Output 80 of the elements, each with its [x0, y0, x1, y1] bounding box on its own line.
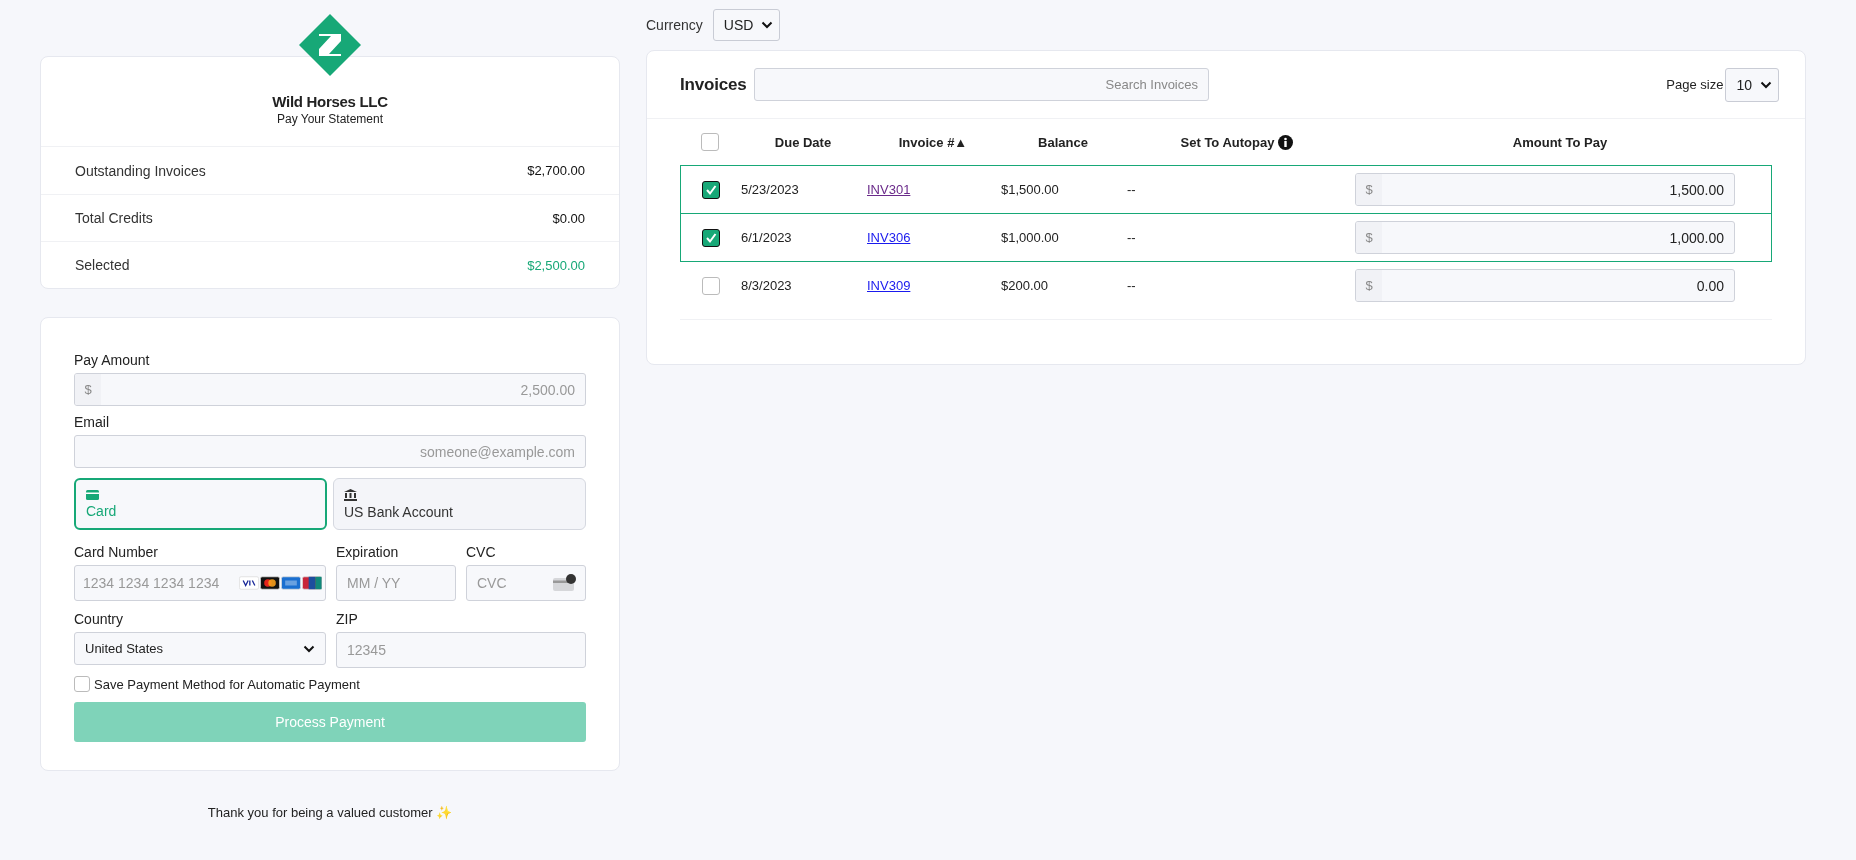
- amount-input[interactable]: 1,000.00: [1382, 222, 1734, 253]
- chevron-down-icon: [761, 21, 774, 29]
- autopay-status: --: [1127, 278, 1137, 293]
- cvc-input[interactable]: CVC: [467, 566, 553, 600]
- currency-prefix: $: [1356, 270, 1382, 301]
- amount-to-pay-field[interactable]: $ 1,500.00: [1355, 173, 1735, 206]
- page-size-select[interactable]: 10: [1725, 67, 1779, 102]
- card-brand-icon: [302, 576, 322, 590]
- amount-input[interactable]: 2,500.00: [101, 374, 585, 405]
- amount-input[interactable]: 1,500.00: [1382, 174, 1734, 205]
- autopay-status: --: [1127, 182, 1137, 197]
- credit-card-icon: [86, 489, 99, 500]
- invoice-link[interactable]: INV309: [867, 278, 911, 293]
- column-header[interactable]: Invoice #▲: [898, 134, 968, 150]
- currency-prefix: $: [75, 374, 101, 405]
- summary-value: $2,500.00: [527, 257, 585, 273]
- summary-value: $2,700.00: [527, 163, 585, 178]
- column-header[interactable]: Due Date: [774, 134, 832, 150]
- company-name: Wild Horses LLC: [272, 93, 388, 110]
- invoice-link[interactable]: INV301: [867, 182, 911, 197]
- currency-prefix: $: [1356, 174, 1382, 205]
- chevron-down-icon: [1760, 80, 1772, 89]
- due-date: 6/1/2023: [741, 230, 793, 245]
- search-field[interactable]: Search Invoices: [754, 68, 1209, 101]
- autopay-status: --: [1127, 230, 1137, 245]
- field-label: Expiration: [336, 544, 400, 560]
- row-checkbox[interactable]: [702, 228, 720, 247]
- balance: $200.00: [1001, 278, 1049, 293]
- card-brand-icon: [239, 576, 259, 590]
- column-header[interactable]: Amount To Pay: [1512, 134, 1608, 150]
- info-icon: [1278, 134, 1294, 150]
- currency-select[interactable]: USD: [712, 9, 781, 41]
- summary-label: Outstanding Invoices: [75, 162, 206, 179]
- thank-you-note: Thank you for being a valued customer ✨: [206, 805, 454, 820]
- bank-icon: [344, 488, 357, 501]
- check-icon: [705, 183, 717, 196]
- field-label: Card Number: [74, 544, 160, 560]
- card-brand-icon: [281, 576, 301, 590]
- currency-label: Currency: [646, 17, 703, 33]
- expiration-field[interactable]: MM / YY: [337, 566, 455, 600]
- invoice-link[interactable]: INV306: [867, 230, 911, 245]
- invoice-row[interactable]: 6/1/2023 INV306 $1,000.00 -- $ 1,000.00: [680, 213, 1772, 262]
- column-header[interactable]: Balance: [1038, 134, 1088, 150]
- row-checkbox[interactable]: [702, 180, 720, 199]
- chevron-down-icon: [303, 644, 315, 653]
- page-size-label: Page size: [1666, 77, 1724, 92]
- zip-field[interactable]: 12345: [337, 633, 585, 667]
- field-label: Email: [74, 414, 110, 430]
- summary-label: Total Credits: [75, 210, 153, 226]
- amount-to-pay-field[interactable]: $ 0.00: [1355, 269, 1735, 302]
- card-number-input[interactable]: 1234 1234 1234 1234: [75, 566, 239, 600]
- cvc-field[interactable]: CVC: [466, 565, 586, 601]
- field-label: Pay Amount: [74, 352, 151, 368]
- balance: $1,500.00: [1001, 182, 1060, 197]
- summary-label: Selected: [75, 257, 130, 273]
- select-all-checkbox[interactable]: [701, 133, 719, 151]
- invoice-row[interactable]: 8/3/2023 INV309 $200.00 -- $ 0.00: [680, 261, 1772, 310]
- checkbox-label: Save Payment Method for Automatic Payment: [94, 676, 360, 692]
- field-label: CVC: [466, 544, 497, 560]
- cvc-card-icon: [553, 574, 577, 592]
- payment-method-tab[interactable]: US Bank Account: [333, 478, 586, 530]
- email-field[interactable]: someone@example.com: [75, 436, 585, 467]
- due-date: 8/3/2023: [741, 278, 793, 293]
- summary-value: $0.00: [552, 210, 585, 226]
- invoice-row[interactable]: 5/23/2023 INV301 $1,500.00 -- $ 1,500.00: [680, 165, 1772, 214]
- checkbox[interactable]: [74, 676, 90, 692]
- amount-to-pay-field[interactable]: $ 1,000.00: [1355, 221, 1735, 254]
- balance: $1,000.00: [1001, 230, 1060, 245]
- amount-input[interactable]: 0.00: [1382, 270, 1734, 301]
- field-label: Country: [74, 611, 125, 627]
- row-checkbox[interactable]: [702, 276, 720, 295]
- country-select[interactable]: United States: [74, 632, 326, 665]
- column-header[interactable]: Set To Autopay: [1180, 134, 1275, 150]
- page-subtitle: Pay Your Statement: [276, 112, 384, 126]
- card-number-field[interactable]: 1234 1234 1234 1234: [74, 565, 326, 601]
- check-icon: [705, 231, 717, 244]
- card-brand-icon: [260, 576, 280, 590]
- currency-prefix: $: [1356, 222, 1382, 253]
- due-date: 5/23/2023: [741, 182, 800, 197]
- field-label: ZIP: [336, 611, 359, 627]
